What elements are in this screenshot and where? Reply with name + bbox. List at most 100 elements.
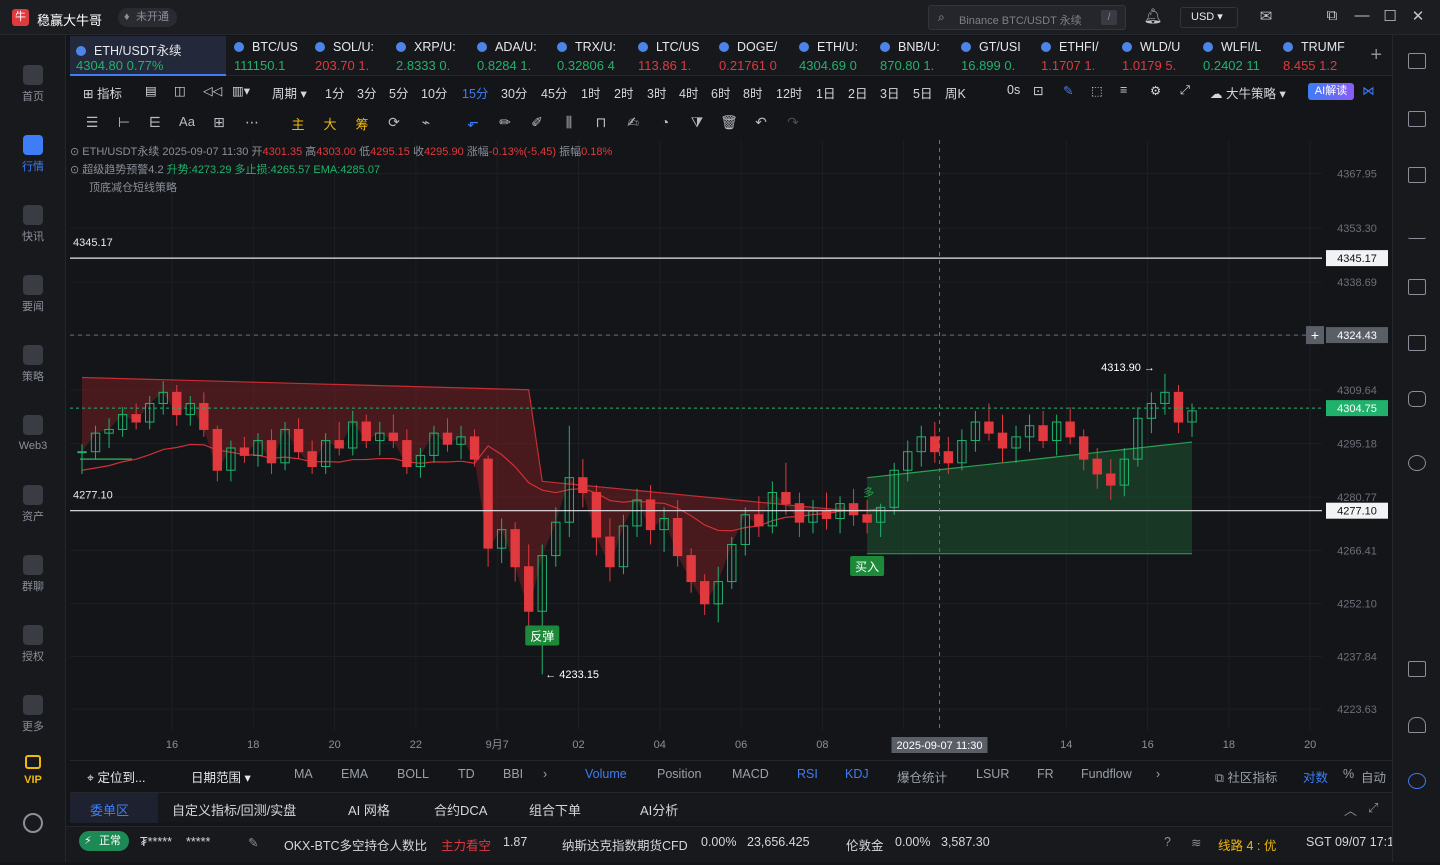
price-chart[interactable]: 4345.17 4277.10 4313.90 → ← 4233.15 反弹 买入 多 43… [70, 140, 1392, 760]
layout-icon[interactable]: ◫ [174, 83, 186, 98]
refresh-icon[interactable]: ⟳ [384, 114, 404, 131]
indicator-ema[interactable]: EMA [341, 767, 368, 781]
assistant-icon[interactable] [1408, 773, 1426, 789]
interval-3m[interactable]: 3分 [357, 83, 376, 102]
big-indicator-button[interactable]: 大 [320, 114, 340, 133]
edit-icon[interactable]: ✎ [248, 835, 258, 850]
more-icon[interactable]: ⋯ [242, 114, 262, 131]
sidebar-item-more[interactable]: 更多 [0, 685, 66, 747]
pen-icon[interactable]: ✎ [1063, 83, 1073, 98]
ticker-tab[interactable]: TRX/U: 0.32806 4 [551, 36, 629, 76]
collapse-icon[interactable]: ⊙ [70, 164, 79, 176]
route-status[interactable]: 线路 4 : 优 [1218, 835, 1276, 854]
trash-icon[interactable]: 🗑︎ [719, 114, 739, 131]
select-icon[interactable]: ⬚ [1091, 83, 1103, 98]
trendline-icon[interactable]: ⬐ [463, 114, 483, 131]
sidebar-item-authorize[interactable]: 授权 [0, 615, 66, 677]
ticker-tab[interactable]: ADA/U: 0.8284 1. [471, 36, 549, 76]
ticker-tab[interactable]: WLFI/L 0.2402 11 [1197, 36, 1275, 76]
interval-45m[interactable]: 45分 [541, 83, 567, 102]
interval-2h[interactable]: 2时 [614, 83, 633, 102]
interval-5d[interactable]: 5日 [913, 83, 932, 102]
sidebar-item-web3[interactable]: Web3 [0, 405, 66, 467]
ticker-tab[interactable]: DOGE/0.21761 0 [713, 36, 791, 76]
sidebar-item-headlines[interactable]: 要闻 [0, 265, 66, 327]
ticker-tab[interactable]: XRP/U: 2.8333 0. [390, 36, 468, 76]
list-icon[interactable]: ≡ [1120, 83, 1127, 97]
close-icon[interactable]: ✕ [1408, 7, 1428, 25]
sidebar-item-group-chat[interactable]: 群聊 [0, 545, 66, 607]
percent-scale-toggle[interactable]: % [1343, 767, 1354, 781]
indicator-volume[interactable]: Volume [585, 767, 627, 781]
indicator-bbi[interactable]: BBI [503, 767, 523, 781]
ticker-tab[interactable]: ETH/U: 4304.69 0 [793, 36, 871, 76]
log-scale-toggle[interactable]: 对数 [1303, 767, 1328, 786]
horizontal-line-icon[interactable]: ⊢ [114, 114, 134, 131]
indicator-position[interactable]: Position [657, 767, 701, 781]
indicator-rsi[interactable]: RSI [797, 767, 818, 781]
community-indicators-button[interactable]: ⧉ 社区指标 [1215, 767, 1277, 786]
indicator-ma[interactable]: MA [294, 767, 313, 781]
chevron-up-icon[interactable]: ︿ [1344, 800, 1357, 819]
masked-balance[interactable]: ₮***** [140, 835, 172, 849]
share-icon[interactable]: ⋈ [1362, 83, 1375, 98]
watchlist-icon[interactable] [1408, 53, 1426, 69]
filter-icon[interactable]: ⧩ [687, 114, 707, 131]
indicator-macd[interactable]: MACD [732, 767, 769, 781]
tab-ai-analysis[interactable]: AI分析 [640, 800, 678, 819]
brush-icon[interactable]: ⌁ [416, 114, 436, 131]
interval-4h[interactable]: 4时 [679, 83, 698, 102]
indicator-kdj[interactable]: KDJ [845, 767, 869, 781]
interval-1h[interactable]: 1时 [581, 83, 600, 102]
interval-3h[interactable]: 3时 [647, 83, 666, 102]
dollar-icon[interactable] [1408, 167, 1426, 183]
mail-icon[interactable]: ✉ [1256, 7, 1276, 25]
interval-2d[interactable]: 2日 [848, 83, 867, 102]
ticker-tab[interactable]: ETHFI/1.1707 1. [1035, 36, 1113, 76]
indicator-lsur[interactable]: LSUR [976, 767, 1009, 781]
indicators-button[interactable]: ⊞ 指标 [83, 83, 122, 102]
search-input[interactable]: ⌕ Binance BTC/USDT 永续 / [928, 5, 1126, 30]
main-indicator-button[interactable]: 主 [288, 114, 308, 133]
gear-icon[interactable]: ⚙ [1150, 83, 1161, 98]
document-icon[interactable] [1408, 111, 1426, 127]
chip-indicator-button[interactable]: 筹 [352, 114, 372, 133]
vip-status-badge[interactable]: 未开通 [118, 8, 177, 27]
redo-icon[interactable]: ↷ [783, 114, 803, 131]
date-range-dropdown[interactable]: 日期范围 ▾ [191, 767, 251, 786]
minimize-icon[interactable]: — [1352, 7, 1372, 24]
interval-3d[interactable]: 3日 [880, 83, 899, 102]
ticker-tab[interactable]: GT/USI 16.899 0. [955, 36, 1033, 76]
interval-15m[interactable]: 15分 [462, 83, 488, 102]
indicator-td[interactable]: TD [458, 767, 475, 781]
wallet-icon[interactable] [1408, 335, 1426, 351]
masked-balance-2[interactable]: ***** [186, 835, 210, 849]
indicator-fr[interactable]: FR [1037, 767, 1054, 781]
auto-scale-toggle[interactable]: 自动 [1361, 767, 1386, 786]
monitor-icon[interactable] [1408, 279, 1426, 295]
sidebar-item-strategy[interactable]: 策略 [0, 335, 66, 397]
chevron-right-icon[interactable]: › [543, 767, 547, 781]
help-icon[interactable]: ? [1164, 835, 1171, 849]
replay-icon[interactable]: ◁◁ [203, 83, 222, 98]
settings-button[interactable] [0, 803, 66, 865]
indicator-liquidation[interactable]: 爆仓统计 [897, 767, 947, 786]
magnet-icon[interactable]: ◔ [655, 114, 675, 130]
indicator-fundflow[interactable]: Fundflow [1081, 767, 1132, 781]
tab-ai-grid[interactable]: AI 网格 [348, 800, 390, 819]
interval-10m[interactable]: 10分 [421, 83, 447, 102]
sidebar-item-vip[interactable]: VIP [0, 745, 66, 807]
ruler-icon[interactable]: ⊞ [209, 114, 229, 131]
ai-interpret-button[interactable]: AI解读 [1308, 83, 1354, 100]
headset-icon[interactable] [1408, 717, 1426, 733]
ticker-tab-eth-usdt-perp[interactable]: ETH/USDT永续 4304.80 0.77% [70, 36, 226, 76]
layout-icon[interactable] [1408, 661, 1426, 677]
expand-icon[interactable]: ⤢ [1368, 800, 1378, 816]
indicator-boll[interactable]: BOLL [397, 767, 429, 781]
interval-8h[interactable]: 8时 [743, 83, 762, 102]
interval-6h[interactable]: 6时 [711, 83, 730, 102]
sidebar-item-assets[interactable]: 资产 [0, 475, 66, 537]
camera-icon[interactable]: ⊡ [1033, 83, 1043, 98]
ticker-tab[interactable]: WLD/U 1.0179 5. [1116, 36, 1194, 76]
text-tool-icon[interactable]: Aa [177, 114, 197, 129]
